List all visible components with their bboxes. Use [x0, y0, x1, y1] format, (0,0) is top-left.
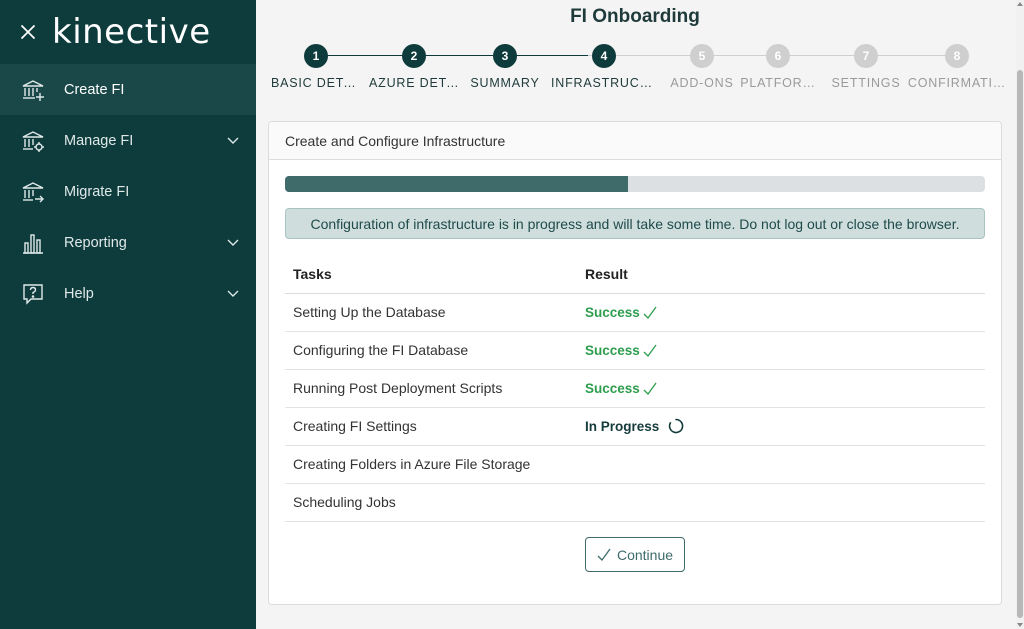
step-number: 7	[854, 44, 878, 68]
step-label: CONFIRMATI…	[907, 76, 1007, 90]
task-result: In Progress	[577, 407, 985, 446]
bank-plus-icon	[20, 77, 46, 103]
status-in-progress: In Progress	[585, 418, 684, 434]
info-alert: Configuration of infrastructure is in pr…	[285, 208, 985, 239]
task-result	[577, 445, 985, 484]
step-4[interactable]: 4 INFRASTRUCT…	[551, 44, 657, 90]
scrollbar[interactable]	[1016, 0, 1024, 629]
help-icon	[20, 281, 46, 307]
sidebar-item-label: Help	[64, 285, 94, 302]
sidebar: kinective Create FI Manage FI Migrate FI	[0, 0, 256, 629]
sidebar-item-label: Create FI	[64, 81, 125, 98]
step-number: 5	[690, 44, 714, 68]
scroll-up-arrow[interactable]	[1017, 2, 1023, 6]
chevron-down-icon	[226, 134, 240, 148]
chevron-down-icon	[226, 236, 240, 250]
main-content: FI Onboarding 1 BASIC DETA… 2 AZURE DETA…	[256, 0, 1024, 629]
column-header-tasks: Tasks	[285, 255, 577, 294]
step-label: BASIC DETA…	[271, 76, 361, 90]
status-success: Success	[585, 305, 657, 320]
task-result: Success	[577, 293, 985, 332]
task-name: Setting Up the Database	[285, 293, 577, 332]
step-label: PLATFOR…	[740, 76, 816, 90]
step-number: 6	[766, 44, 790, 68]
stepper: 1 BASIC DETA… 2 AZURE DETA… 3 SUMMARY 4 …	[268, 44, 1008, 104]
step-3[interactable]: 3 SUMMARY	[460, 44, 550, 90]
step-number: 2	[402, 44, 426, 68]
page-title: FI Onboarding	[570, 6, 700, 27]
progress-bar	[285, 176, 985, 192]
task-name: Creating FI Settings	[285, 407, 577, 446]
task-name: Creating Folders in Azure File Storage	[285, 445, 577, 484]
task-name: Scheduling Jobs	[285, 483, 577, 522]
step-label: INFRASTRUCT…	[551, 76, 657, 90]
step-label: ADD-ONS	[670, 76, 734, 90]
task-result: Success	[577, 331, 985, 370]
sidebar-item-help[interactable]: Help	[0, 268, 256, 319]
infrastructure-card: Create and Configure Infrastructure Conf…	[268, 121, 1002, 605]
table-row: Creating FI Settings In Progress	[285, 407, 985, 446]
task-result: Success	[577, 369, 985, 408]
scroll-thumb[interactable]	[1017, 70, 1023, 618]
checkmark-icon	[643, 382, 657, 396]
sidebar-item-label: Manage FI	[64, 132, 134, 149]
step-label: SETTINGS	[831, 76, 901, 90]
sidebar-header: kinective	[0, 0, 256, 64]
task-name: Configuring the FI Database	[285, 331, 577, 370]
step-label: SUMMARY	[470, 76, 540, 90]
step-number: 3	[493, 44, 517, 68]
tasks-table: Tasks Result Setting Up the Database Suc…	[285, 255, 985, 522]
step-5[interactable]: 5 ADD-ONS	[657, 44, 747, 90]
close-icon[interactable]	[18, 22, 38, 42]
spinner-icon	[668, 418, 684, 434]
status-success: Success	[585, 343, 657, 358]
table-header-row: Tasks Result	[285, 255, 985, 294]
bar-chart-icon	[20, 230, 46, 256]
task-name: Running Post Deployment Scripts	[285, 369, 577, 408]
step-1[interactable]: 1 BASIC DETA…	[271, 44, 361, 90]
sidebar-item-label: Reporting	[64, 234, 127, 251]
continue-label: Continue	[616, 546, 674, 563]
checkmark-icon	[597, 548, 611, 562]
step-6[interactable]: 6 PLATFOR…	[738, 44, 818, 90]
step-label: AZURE DETA…	[369, 76, 459, 90]
step-8[interactable]: 8 CONFIRMATI…	[906, 44, 1008, 90]
step-number: 4	[592, 44, 616, 68]
status-success: Success	[585, 381, 657, 396]
sidebar-item-reporting[interactable]: Reporting	[0, 217, 256, 268]
step-number: 8	[945, 44, 969, 68]
column-header-result: Result	[577, 255, 985, 294]
sidebar-item-create-fi[interactable]: Create FI	[0, 64, 256, 115]
step-2[interactable]: 2 AZURE DETA…	[369, 44, 459, 90]
sidebar-item-migrate-fi[interactable]: Migrate FI	[0, 166, 256, 217]
table-row: Scheduling Jobs	[285, 483, 985, 522]
continue-button[interactable]: Continue	[585, 537, 685, 572]
bank-arrow-icon	[20, 179, 46, 205]
result-text: Success	[585, 343, 640, 358]
chevron-down-icon	[226, 287, 240, 301]
table-row: Setting Up the Database Success	[285, 293, 985, 332]
result-text: Success	[585, 381, 640, 396]
logo: kinective	[52, 12, 211, 52]
table-row: Configuring the FI Database Success	[285, 331, 985, 370]
checkmark-icon	[643, 306, 657, 320]
progress-fill	[285, 176, 628, 192]
result-text: Success	[585, 305, 640, 320]
sidebar-item-label: Migrate FI	[64, 183, 130, 200]
result-text: In Progress	[585, 418, 660, 434]
step-number: 1	[304, 44, 328, 68]
checkmark-icon	[643, 344, 657, 358]
table-row: Running Post Deployment Scripts Success	[285, 369, 985, 408]
step-7[interactable]: 7 SETTINGS	[816, 44, 916, 90]
table-row: Creating Folders in Azure File Storage	[285, 445, 985, 484]
sidebar-nav: Create FI Manage FI Migrate FI Reporting	[0, 64, 256, 319]
bank-gear-icon	[20, 128, 46, 154]
card-header: Create and Configure Infrastructure	[269, 122, 1001, 160]
scroll-down-arrow[interactable]	[1017, 623, 1023, 627]
task-result	[577, 483, 985, 522]
sidebar-item-manage-fi[interactable]: Manage FI	[0, 115, 256, 166]
